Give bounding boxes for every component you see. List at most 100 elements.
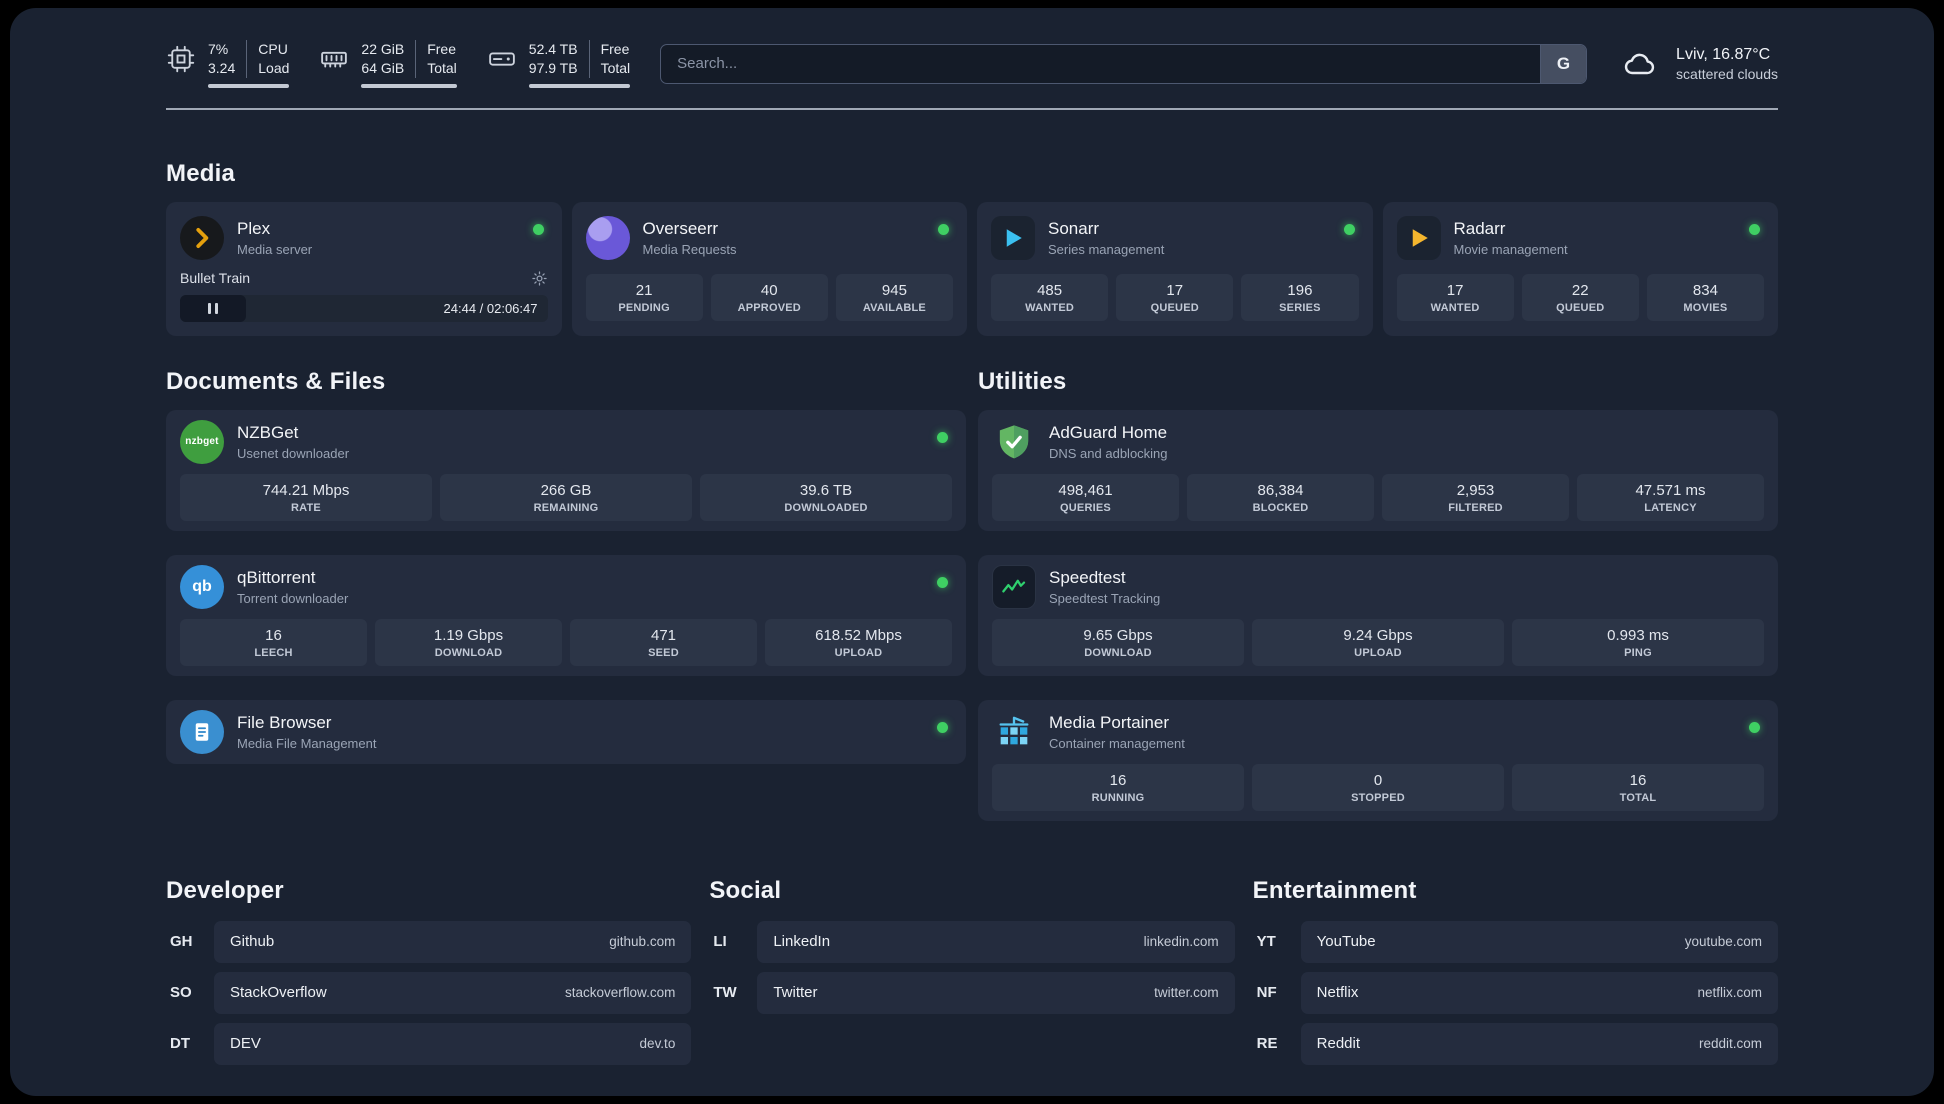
bookmark-link-github[interactable]: Github github.com (214, 920, 692, 963)
section-utilities: Utilities AdGuard Home DNS and adblockin… (978, 368, 1778, 821)
stat-value: 47.571 ms (1635, 481, 1706, 499)
pause-icon (208, 302, 211, 314)
stat-label: UPLOAD (1354, 646, 1402, 659)
player-progress-track[interactable]: 24:44 / 02:06:47 (180, 294, 548, 322)
app-subtitle: Movie management (1453, 241, 1568, 257)
plex-icon (180, 215, 224, 260)
section-title-entertainment: Entertainment (1252, 876, 1417, 904)
bookmark-group-entertainment: Entertainment YT YouTube youtube.com NF … (1253, 877, 1778, 1065)
stat-box: 22 QUEUED (1521, 273, 1639, 321)
stat-label: DOWNLOAD (1084, 646, 1152, 659)
search-engine-button[interactable]: G (1540, 44, 1587, 83)
section-media: Media Plex Media server Bullet Train 24:… (166, 160, 1778, 336)
disk-total-label: Total (600, 59, 631, 76)
app-card-sonarr[interactable]: Sonarr Series management 485 WANTED 17 Q… (977, 201, 1373, 336)
bookmark-link-youtube[interactable]: YouTube youtube.com (1300, 920, 1778, 963)
stat-value: 17 (1446, 281, 1464, 299)
bookmark-name: StackOverflow (230, 984, 327, 1002)
app-card-nzbget[interactable]: nzbget NZBGet Usenet downloader 744.21 M… (166, 409, 966, 531)
bookmark-url: dev.to (639, 1036, 676, 1052)
app-card-filebrowser[interactable]: File Browser Media File Management (166, 699, 966, 764)
bookmark-name: LinkedIn (773, 933, 831, 951)
app-subtitle: Speedtest Tracking (1049, 590, 1161, 606)
app-card-speedtest[interactable]: Speedtest Speedtest Tracking 9.65 Gbps D… (978, 554, 1778, 676)
weather-condition: scattered clouds (1676, 65, 1778, 82)
app-name: Speedtest (1049, 567, 1126, 587)
stat-box: 1.19 Gbps DOWNLOAD (375, 618, 562, 666)
app-card-plex[interactable]: Plex Media server Bullet Train 24:44 / 0… (166, 201, 562, 336)
pause-button[interactable] (180, 294, 246, 322)
disk-free-value: 52.4 TB (528, 41, 578, 57)
bookmark-group-developer: Developer GH Github github.com SO StackO… (166, 877, 692, 1065)
divider (415, 40, 417, 78)
stat-value: 2,953 (1456, 481, 1495, 499)
ram-usage-bar (361, 83, 457, 88)
bookmark-link-reddit[interactable]: Reddit reddit.com (1300, 1022, 1778, 1065)
disk-free-label: Free (600, 41, 630, 57)
stat-box: 834 MOVIES (1646, 273, 1765, 321)
ram-free-label: Free (427, 41, 457, 57)
stat-label: MOVIES (1683, 301, 1728, 314)
stat-value: 16 (1629, 771, 1647, 789)
bookmark-link-dev[interactable]: DEV dev.to (214, 1022, 692, 1065)
status-dot-online (937, 721, 948, 733)
bookmark-abbr: SO (170, 984, 192, 1002)
middle-columns: Documents & Files nzbget NZBGet Usenet d… (166, 368, 1778, 821)
bookmark-link-twitter[interactable]: Twitter twitter.com (757, 971, 1235, 1014)
nzbget-icon: nzbget (180, 419, 224, 464)
topbar: 7% 3.24 CPU Load 22 GiB 64 GiB Free Tota… (166, 40, 1778, 88)
stat-label: RUNNING (1091, 791, 1145, 804)
bookmark-link-netflix[interactable]: Netflix netflix.com (1300, 971, 1778, 1014)
bookmark-linkedin: LI LinkedIn linkedin.com (709, 920, 1235, 963)
bookmark-abbr: NF (1256, 984, 1277, 1002)
bookmark-url: linkedin.com (1143, 934, 1219, 950)
app-name: Radarr (1453, 218, 1506, 238)
stat-value: 17 (1166, 281, 1184, 299)
bookmark-abbr: RE (1256, 1035, 1278, 1053)
stat-value: 945 (881, 281, 907, 299)
stat-value: 40 (760, 281, 778, 299)
stat-value: 266 GB (540, 481, 592, 499)
stat-label: REMAINING (533, 501, 599, 514)
app-name: AdGuard Home (1049, 422, 1168, 442)
dashboard-container: 7% 3.24 CPU Load 22 GiB 64 GiB Free Tota… (166, 8, 1778, 1095)
app-card-qbittorrent[interactable]: qb qBittorrent Torrent downloader 16 LEE… (166, 554, 966, 676)
stat-box: 40 APPROVED (710, 273, 828, 321)
bookmark-abbr: GH (170, 933, 193, 951)
stat-label: WANTED (1430, 301, 1480, 314)
stat-label: FILTERED (1448, 501, 1503, 514)
app-subtitle: Torrent downloader (237, 590, 349, 606)
stat-label: LEECH (254, 646, 293, 659)
stat-value: 22 (1571, 281, 1589, 299)
qbittorrent-icon-text: qb (192, 577, 212, 595)
app-card-adguard[interactable]: AdGuard Home DNS and adblocking 498,461 … (978, 409, 1778, 531)
stat-box: 2,953 FILTERED (1382, 473, 1569, 521)
status-dot-online (1343, 223, 1355, 235)
stat-value: 9.24 Gbps (1343, 626, 1413, 644)
bookmarks-area: Developer GH Github github.com SO StackO… (166, 877, 1778, 1095)
bookmark-dev: DT DEV dev.to (166, 1022, 692, 1065)
stat-box: 266 GB REMAINING (440, 473, 692, 521)
app-name: Sonarr (1048, 218, 1100, 238)
bookmark-url: twitter.com (1154, 985, 1219, 1001)
settings-gear-icon[interactable] (531, 270, 548, 287)
bookmark-link-stackoverflow[interactable]: StackOverflow stackoverflow.com (214, 971, 692, 1014)
bookmark-link-linkedin[interactable]: LinkedIn linkedin.com (757, 920, 1235, 963)
stat-value: 0.993 ms (1607, 626, 1669, 644)
app-card-portainer[interactable]: Media Portainer Container management 16 … (978, 699, 1778, 821)
app-card-radarr[interactable]: Radarr Movie management 17 WANTED 22 QUE… (1382, 201, 1778, 336)
stat-box: 86,384 BLOCKED (1187, 473, 1374, 521)
weather-widget: Lviv, 16.87°C scattered clouds (1617, 46, 1778, 82)
section-title-utilities: Utilities (978, 367, 1067, 395)
stat-box: 618.52 Mbps UPLOAD (765, 618, 952, 666)
cpu-icon (167, 45, 195, 73)
app-card-overseerr[interactable]: Overseerr Media Requests 21 PENDING 40 A… (571, 201, 967, 336)
stat-box: 21 PENDING (585, 273, 703, 321)
bookmark-twitter: TW Twitter twitter.com (709, 971, 1235, 1014)
disk-icon (488, 52, 515, 66)
stat-box: 17 WANTED (1396, 273, 1514, 321)
stat-value: 1.19 Gbps (433, 626, 504, 644)
bookmark-reddit: RE Reddit reddit.com (1253, 1022, 1778, 1065)
stat-label: TOTAL (1619, 791, 1657, 804)
search-input[interactable] (661, 55, 1541, 73)
